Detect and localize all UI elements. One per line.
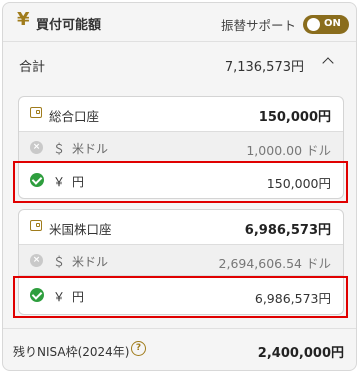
currency-amount: 1,000.00 ドル — [246, 143, 331, 158]
x-circle-icon: × — [30, 141, 43, 154]
yen-symbol: ￥ — [53, 290, 66, 304]
currency-row-usd: × ＄ 米ドル 2,694,606.54 ドル — [19, 244, 343, 275]
nisa-remaining-row: 残りNISA枠(2024年) ? 2,400,000円 — [3, 328, 356, 371]
total-value: 7,136,573円 — [224, 60, 304, 75]
panel-title: 買付可能額 — [36, 18, 102, 33]
x-circle-icon: × — [30, 254, 43, 267]
currency-amount: 6,986,573円 — [254, 291, 331, 306]
currency-amount: 150,000円 — [266, 176, 331, 191]
toggle-label: ON — [324, 18, 341, 29]
account-header: 米国株口座 6,986,573円 — [19, 210, 343, 244]
currency-name: 米ドル — [72, 255, 109, 269]
transfer-support-toggle[interactable]: ON — [303, 15, 349, 34]
account-header: 総合口座 150,000円 — [19, 97, 343, 131]
dollar-symbol: ＄ — [53, 142, 66, 156]
yen-icon: ¥ — [17, 9, 30, 30]
nisa-value: 2,400,000円 — [257, 346, 344, 361]
account-card-us-stock: 米国株口座 6,986,573円 × ＄ 米ドル 2,694,606.54 ドル… — [18, 209, 344, 315]
currency-row-jpy: ￥ 円 6,986,573円 — [19, 275, 343, 315]
account-amount: 6,986,573円 — [244, 223, 331, 238]
help-icon[interactable]: ? — [131, 341, 146, 356]
currency-name: 円 — [72, 175, 85, 189]
account-name: 総合口座 — [49, 109, 100, 124]
account-name: 米国株口座 — [49, 222, 112, 237]
check-circle-icon — [30, 173, 44, 187]
chevron-up-icon[interactable] — [322, 57, 334, 69]
wallet-icon — [30, 107, 42, 118]
currency-row-usd: × ＄ 米ドル 1,000.00 ドル — [19, 131, 343, 161]
currency-name: 米ドル — [72, 142, 109, 156]
dollar-symbol: ＄ — [53, 255, 66, 269]
toggle-knob — [307, 18, 320, 31]
total-row[interactable]: 合計 7,136,573円 — [3, 41, 356, 87]
account-card-general: 総合口座 150,000円 × ＄ 米ドル 1,000.00 ドル ￥ 円 15… — [18, 96, 344, 199]
currency-row-jpy: ￥ 円 150,000円 — [19, 161, 343, 199]
wallet-icon — [30, 220, 42, 231]
transfer-support-label: 振替サポート — [221, 18, 297, 33]
currency-amount: 2,694,606.54 ドル — [218, 256, 331, 271]
panel-header: ¥ 買付可能額 振替サポート ON — [3, 3, 356, 41]
purchasable-amount-panel: ¥ 買付可能額 振替サポート ON 合計 7,136,573円 総合口座 150… — [2, 2, 357, 371]
check-circle-icon — [30, 288, 44, 302]
yen-symbol: ￥ — [53, 175, 66, 189]
account-amount: 150,000円 — [258, 110, 331, 125]
total-label: 合計 — [19, 60, 46, 75]
nisa-label: 残りNISA枠(2024年) — [13, 345, 130, 359]
currency-name: 円 — [72, 290, 85, 304]
